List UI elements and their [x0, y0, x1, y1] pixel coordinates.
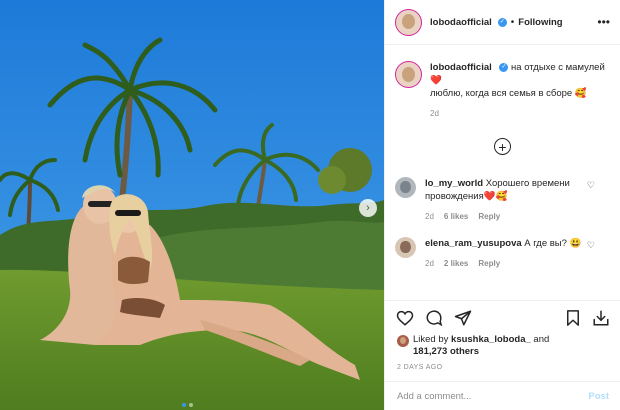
post-caption: lobodaofficial ✓ на отдыхе с мамулей ❤️ …	[385, 45, 620, 120]
caption-time[interactable]: 2d	[430, 107, 605, 120]
comment-avatar[interactable]	[395, 237, 416, 258]
add-comment-input[interactable]	[397, 390, 589, 402]
likes-and: and	[533, 334, 550, 345]
verified-badge-icon: ✓	[499, 62, 509, 72]
liker-avatar[interactable]	[397, 335, 409, 347]
comment-username[interactable]: elena_ram_yusupova	[425, 238, 522, 249]
caption-text-line2: люблю, когда вся семья в сборе 🥰	[430, 88, 587, 99]
author-username[interactable]: lobodaofficial	[430, 17, 492, 28]
caption-avatar[interactable]	[395, 61, 422, 88]
more-horizontal-icon[interactable]: •••	[597, 15, 610, 29]
load-more-comments-button[interactable]: +	[494, 138, 511, 155]
liker-username[interactable]: ksushka_loboda_	[451, 334, 531, 345]
comment-likes[interactable]: 2 likes	[444, 257, 468, 270]
comment-form: Post	[385, 381, 620, 410]
carousel-dot-active	[182, 403, 186, 407]
comment-avatar[interactable]	[395, 177, 416, 198]
heart-icon[interactable]	[396, 309, 414, 327]
comment-text: А где вы? 😃	[524, 238, 582, 249]
download-icon[interactable]	[592, 309, 610, 327]
author-avatar[interactable]	[395, 8, 422, 36]
bookmark-icon[interactable]	[564, 309, 582, 327]
post-actions	[396, 309, 612, 329]
comment-reply-button[interactable]: Reply	[478, 257, 500, 270]
comment-time[interactable]: 2d	[425, 257, 434, 270]
divider	[385, 300, 620, 301]
comment-like-heart-icon[interactable]: ♡	[587, 180, 595, 191]
post-comment-button[interactable]: Post	[588, 391, 609, 402]
comment-username[interactable]: lo_my_world	[425, 178, 483, 189]
caption-username[interactable]: lobodaofficial	[430, 62, 492, 73]
separator-dot: •	[510, 16, 515, 28]
chevron-right-icon: ›	[366, 201, 370, 214]
likes-prefix: Liked by	[413, 334, 449, 345]
comment-item: elena_ram_yusupova А где вы? 😃 2d 2 like…	[395, 237, 611, 270]
comment-likes[interactable]: 6 likes	[444, 210, 468, 223]
plus-circle-icon: +	[498, 138, 507, 155]
post-image	[0, 0, 384, 410]
next-photo-button[interactable]: ›	[359, 199, 377, 217]
likes-summary: Liked by ksushka_loboda_ and 181,273 oth…	[397, 334, 607, 358]
post-timestamp[interactable]: 2 DAYS AGO	[397, 364, 443, 371]
comment-icon[interactable]	[425, 309, 443, 327]
carousel-dots	[182, 403, 193, 407]
following-button[interactable]: Following	[518, 17, 562, 28]
post-side-panel: lobodaofficial ✓ • Following ••• lobodao…	[384, 0, 620, 410]
share-icon[interactable]	[454, 309, 472, 327]
comment-time[interactable]: 2d	[425, 210, 434, 223]
comment-reply-button[interactable]: Reply	[478, 210, 500, 223]
verified-badge-icon: ✓	[497, 17, 507, 27]
comment-like-heart-icon[interactable]: ♡	[587, 240, 595, 251]
likes-others-count[interactable]: 181,273 others	[413, 346, 479, 357]
comment-item: lo_my_world Хорошего времени провождения…	[395, 177, 611, 223]
post-photo[interactable]: ›	[0, 0, 384, 410]
post-header: lobodaofficial ✓ • Following •••	[385, 0, 620, 45]
carousel-dot	[189, 403, 193, 407]
